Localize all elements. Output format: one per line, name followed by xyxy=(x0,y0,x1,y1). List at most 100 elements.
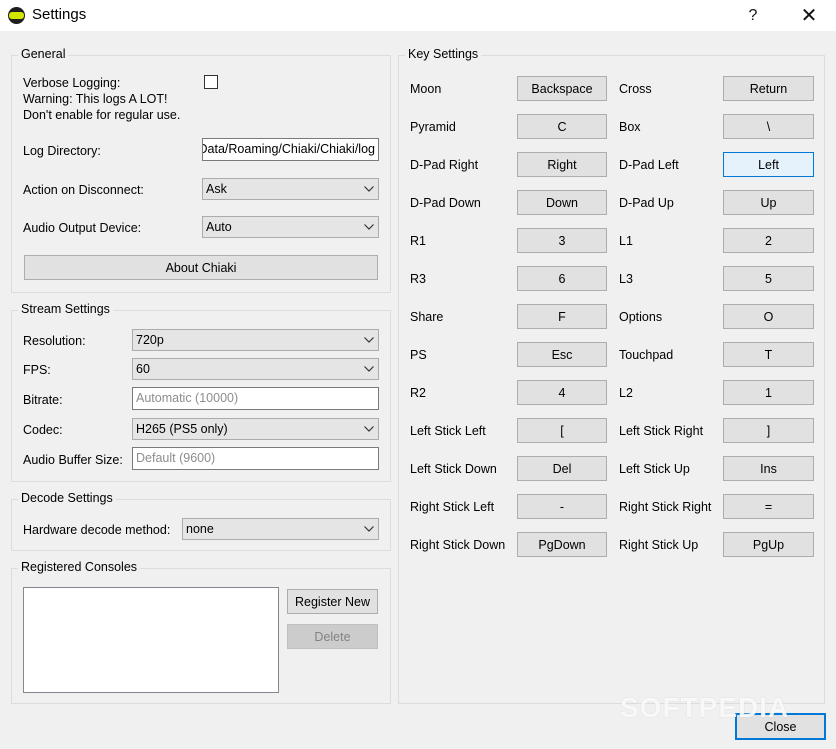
key-button-d-pad-down[interactable]: Down xyxy=(517,190,607,215)
resolution-value: 720p xyxy=(136,333,164,347)
key-button-touchpad[interactable]: T xyxy=(723,342,814,367)
fps-select[interactable]: 60 xyxy=(132,358,379,380)
chevron-down-icon xyxy=(360,330,378,350)
key-label-l1: L1 xyxy=(619,234,633,248)
codec-select[interactable]: H265 (PS5 only) xyxy=(132,418,379,440)
delete-console-button[interactable]: Delete xyxy=(287,624,378,649)
key-label-left-stick-down: Left Stick Down xyxy=(410,462,497,476)
window-close-button[interactable]: ✕ xyxy=(786,0,832,31)
key-label-right-stick-down: Right Stick Down xyxy=(410,538,506,552)
key-label-d-pad-up: D-Pad Up xyxy=(619,196,674,210)
key-button-box[interactable]: \ xyxy=(723,114,814,139)
log-directory-label: Log Directory: xyxy=(23,144,101,158)
key-label-cross: Cross xyxy=(619,82,652,96)
key-label-right-stick-left: Right Stick Left xyxy=(410,500,495,514)
verbose-logging-checkbox[interactable] xyxy=(204,75,218,89)
chevron-down-icon xyxy=(360,359,378,379)
key-button-share[interactable]: F xyxy=(517,304,607,329)
chevron-down-icon xyxy=(360,179,378,199)
key-button-l2[interactable]: 1 xyxy=(723,380,814,405)
key-button-right-stick-left[interactable]: - xyxy=(517,494,607,519)
key-label-left-stick-up: Left Stick Up xyxy=(619,462,690,476)
disconnect-action-value: Ask xyxy=(206,182,227,196)
resolution-select[interactable]: 720p xyxy=(132,329,379,351)
key-label-d-pad-down: D-Pad Down xyxy=(410,196,481,210)
decode-settings-title: Decode Settings xyxy=(18,491,116,505)
chevron-down-icon xyxy=(360,217,378,237)
window-title: Settings xyxy=(32,6,87,23)
key-label-r2: R2 xyxy=(410,386,426,400)
key-label-d-pad-left: D-Pad Left xyxy=(619,158,679,172)
chevron-down-icon xyxy=(360,519,378,539)
key-label-right-stick-right: Right Stick Right xyxy=(619,500,712,514)
key-label-ps: PS xyxy=(410,348,427,362)
disconnect-action-select[interactable]: Ask xyxy=(202,178,379,200)
help-button[interactable]: ? xyxy=(730,0,776,31)
bitrate-input[interactable]: Automatic (10000) xyxy=(132,387,379,410)
audio-buffer-input[interactable]: Default (9600) xyxy=(132,447,379,470)
key-label-touchpad: Touchpad xyxy=(619,348,674,362)
key-label-l3: L3 xyxy=(619,272,633,286)
key-button-r3[interactable]: 6 xyxy=(517,266,607,291)
audio-output-select[interactable]: Auto xyxy=(202,216,379,238)
key-button-right-stick-up[interactable]: PgUp xyxy=(723,532,814,557)
key-button-r1[interactable]: 3 xyxy=(517,228,607,253)
key-button-right-stick-down[interactable]: PgDown xyxy=(517,532,607,557)
disconnect-action-label: Action on Disconnect: xyxy=(23,183,144,197)
fps-value: 60 xyxy=(136,362,150,376)
chevron-down-icon xyxy=(360,419,378,439)
key-label-moon: Moon xyxy=(410,82,442,96)
key-label-left-stick-left: Left Stick Left xyxy=(410,424,486,438)
key-button-left-stick-up[interactable]: Ins xyxy=(723,456,814,481)
key-button-d-pad-right[interactable]: Right xyxy=(517,152,607,177)
stream-settings-title: Stream Settings xyxy=(18,302,113,316)
key-label-box: Box xyxy=(619,120,641,134)
key-button-options[interactable]: O xyxy=(723,304,814,329)
consoles-list[interactable] xyxy=(23,587,279,693)
bitrate-label: Bitrate: xyxy=(23,393,63,407)
title-bar: Settings ? ✕ xyxy=(0,0,836,31)
key-button-cross[interactable]: Return xyxy=(723,76,814,101)
key-label-right-stick-up: Right Stick Up xyxy=(619,538,699,552)
key-settings-title: Key Settings xyxy=(405,47,482,61)
key-label-r3: R3 xyxy=(410,272,426,286)
chiaki-app-icon xyxy=(8,7,25,24)
verbose-note-label: Don't enable for regular use. xyxy=(23,108,181,122)
key-button-r2[interactable]: 4 xyxy=(517,380,607,405)
audio-output-value: Auto xyxy=(206,220,232,234)
key-label-options: Options xyxy=(619,310,663,324)
key-label-left-stick-right: Left Stick Right xyxy=(619,424,704,438)
key-button-right-stick-right[interactable]: = xyxy=(723,494,814,519)
key-button-d-pad-up[interactable]: Up xyxy=(723,190,814,215)
resolution-label: Resolution: xyxy=(23,334,86,348)
verbose-logging-label: Verbose Logging: xyxy=(23,76,121,90)
key-button-ps[interactable]: Esc xyxy=(517,342,607,367)
key-label-l2: L2 xyxy=(619,386,633,400)
log-directory-field[interactable]: C:/Users/User/AppData/Roaming/Chiaki/Chi… xyxy=(202,138,379,161)
codec-label: Codec: xyxy=(23,423,63,437)
hw-decode-value: none xyxy=(186,522,214,536)
hw-decode-select[interactable]: none xyxy=(182,518,379,540)
key-button-pyramid[interactable]: C xyxy=(517,114,607,139)
register-new-button[interactable]: Register New xyxy=(287,589,378,614)
key-label-r1: R1 xyxy=(410,234,426,248)
audio-buffer-label: Audio Buffer Size: xyxy=(23,453,123,467)
fps-label: FPS: xyxy=(23,363,51,377)
key-label-d-pad-right: D-Pad Right xyxy=(410,158,479,172)
key-button-l1[interactable]: 2 xyxy=(723,228,814,253)
softpedia-watermark: SOFTPEDIA xyxy=(620,692,790,723)
key-button-l3[interactable]: 5 xyxy=(723,266,814,291)
key-button-left-stick-right[interactable]: ] xyxy=(723,418,814,443)
key-button-left-stick-down[interactable]: Del xyxy=(517,456,607,481)
about-chiaki-button[interactable]: About Chiaki xyxy=(24,255,378,280)
key-button-left-stick-left[interactable]: [ xyxy=(517,418,607,443)
verbose-warning-label: Warning: This logs A LOT! xyxy=(23,92,168,106)
key-label-share: Share xyxy=(410,310,444,324)
audio-output-label: Audio Output Device: xyxy=(23,221,142,235)
key-button-d-pad-left[interactable]: Left xyxy=(723,152,814,177)
key-label-pyramid: Pyramid xyxy=(410,120,456,134)
hw-decode-label: Hardware decode method: xyxy=(23,523,171,537)
registered-consoles-title: Registered Consoles xyxy=(18,560,141,574)
key-button-moon[interactable]: Backspace xyxy=(517,76,607,101)
codec-value: H265 (PS5 only) xyxy=(136,422,228,436)
